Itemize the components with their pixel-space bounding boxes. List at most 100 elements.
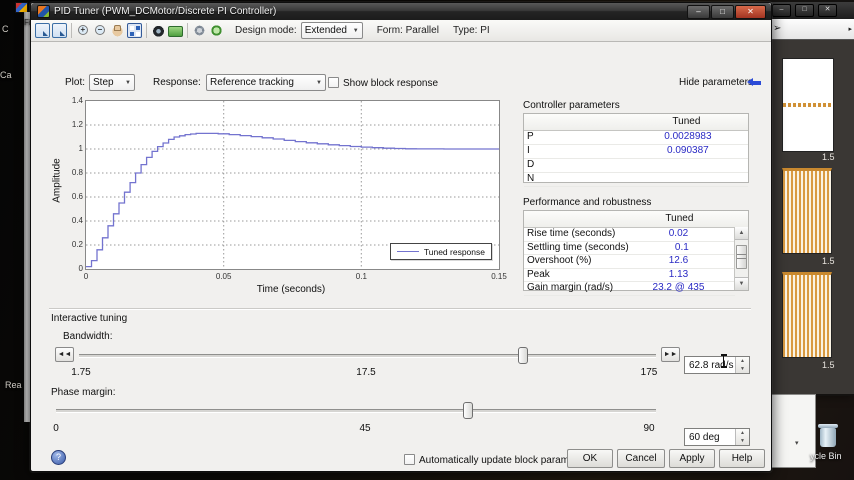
scroll-up-icon[interactable]: ▲	[735, 227, 748, 240]
zoom-in-icon[interactable]	[76, 23, 91, 38]
plot-type-dropdown[interactable]: Step ▼	[89, 74, 135, 91]
window-title: PID Tuner (PWM_DCMotor/Discrete PI Contr…	[54, 6, 277, 17]
scope-window[interactable]: – □ ✕ ➢ ▸ 1.5 1.5 1.5	[766, 0, 854, 396]
desktop-label-fragment: Ca	[0, 70, 12, 80]
table-row[interactable]: N	[524, 173, 748, 187]
y-tick-label: 1	[78, 144, 83, 153]
hide-parameters-link[interactable]: Hide parameters	[679, 77, 753, 88]
zoom-out-icon[interactable]	[93, 23, 108, 38]
response-value: Reference tracking	[210, 77, 294, 88]
table-row[interactable]: D	[524, 159, 748, 173]
table-header: Tuned	[524, 211, 748, 228]
titlebar[interactable]: PID Tuner (PWM_DCMotor/Discrete PI Contr…	[31, 3, 771, 20]
phase-margin-value-field[interactable]: 60 deg ▲ ▼	[684, 428, 750, 446]
scrollbar-thumb[interactable]	[736, 245, 747, 269]
phase-margin-slider-track[interactable]	[56, 409, 656, 413]
row-name: Gain margin (rad/s)	[527, 282, 614, 294]
cancel-button[interactable]: Cancel	[617, 449, 665, 468]
table-row[interactable]: I 0.090387	[524, 145, 748, 159]
spinner-down-icon[interactable]: ▼	[736, 365, 749, 373]
scope-plot-panel	[782, 58, 834, 152]
maximize-button[interactable]: □	[711, 5, 734, 19]
controller-parameters-table[interactable]: Tuned P 0.0028983 I 0.090387 D N	[523, 113, 749, 187]
close-button[interactable]: ✕	[735, 5, 766, 19]
help-button[interactable]: Help	[719, 449, 765, 468]
scope-signal-trace	[783, 103, 833, 107]
phase-margin-spinner[interactable]: ▲ ▼	[735, 429, 749, 445]
bandwidth-spinner[interactable]: ▲ ▼	[735, 357, 749, 373]
row-name: P	[527, 131, 534, 142]
row-name: Peak	[527, 268, 550, 280]
design-mode-dropdown[interactable]: Extended ▼	[300, 22, 363, 39]
green-display-icon[interactable]	[168, 26, 183, 37]
scope-maximize-button[interactable]: □	[795, 4, 814, 17]
plot-legend[interactable]: Tuned response	[389, 243, 492, 260]
legend-toggle-icon[interactable]	[127, 23, 142, 38]
row-value: 0.0028983	[664, 131, 712, 142]
row-value: 23.2 @ 435	[652, 282, 705, 294]
scope-axis-label: 1.5	[822, 152, 835, 162]
bandwidth-label: Bandwidth:	[63, 331, 113, 342]
ok-button[interactable]: OK	[567, 449, 613, 468]
performance-robustness-table[interactable]: Tuned Rise time (seconds) 0.02 Settling ti…	[523, 210, 749, 296]
bandwidth-value-field[interactable]: 62.8 rad/s ▲ ▼	[684, 356, 750, 374]
x-tick-label: 0.05	[215, 272, 232, 281]
table-row[interactable]: Gain margin (rad/s) 23.2 @ 435	[524, 282, 735, 296]
x-tick-label: 0.15	[491, 272, 507, 281]
hide-parameters-arrow-icon[interactable]	[747, 78, 761, 87]
auto-update-checkbox[interactable]	[404, 454, 415, 465]
export-plot-alt-icon[interactable]	[52, 23, 67, 38]
table-row[interactable]: Overshoot (%) 12.6	[524, 255, 735, 269]
bandwidth-decrease-button[interactable]: ◄◄	[55, 347, 74, 362]
ibeam-cursor	[719, 354, 728, 368]
bandwidth-increase-button[interactable]: ►►	[661, 347, 680, 362]
scope-minimize-button[interactable]: –	[772, 4, 791, 17]
table-row[interactable]: Rise time (seconds) 0.02	[524, 228, 735, 242]
spinner-up-icon[interactable]: ▲	[736, 357, 749, 365]
legend-line-sample	[396, 251, 419, 252]
bandwidth-slider-thumb[interactable]	[518, 347, 528, 364]
scope-titlebar[interactable]: – □ ✕	[768, 2, 854, 19]
desktop: C Ca Rea Fil – □ ✕ ➢ ▸ 1.5 1.5 1.5 ▾ ycl…	[0, 0, 854, 480]
response-dropdown[interactable]: Reference tracking ▼	[206, 74, 326, 91]
response-label: Response:	[153, 77, 201, 88]
scope-toolbar: ➢ ▸	[768, 19, 854, 40]
scope-close-button[interactable]: ✕	[818, 4, 837, 17]
spinner-down-icon[interactable]: ▼	[736, 437, 749, 445]
export-plot-icon[interactable]	[35, 23, 50, 38]
y-tick-label: 0.6	[71, 192, 83, 201]
recycle-bin-icon[interactable]	[815, 424, 841, 447]
legend-entry: Tuned response	[423, 246, 485, 257]
apply-button[interactable]: Apply	[669, 449, 715, 468]
row-name: N	[527, 173, 535, 184]
step-response-plot[interactable]: 0 0.2 0.4 0.6 0.8 1 1.2 1.4 0 0.05 0.1 0.15 Tuned …	[72, 96, 507, 281]
row-value: 0.1	[674, 241, 689, 253]
spinner-up-icon[interactable]: ▲	[736, 429, 749, 437]
table-row[interactable]: P 0.0028983	[524, 131, 748, 145]
controller-parameters-title: Controller parameters	[523, 100, 620, 111]
pan-icon[interactable]	[110, 23, 125, 38]
options-gear-icon[interactable]	[192, 23, 207, 38]
toolbar-separator	[71, 23, 72, 38]
x-tick-label: 0	[83, 272, 89, 281]
scope-menu-arrow-icon[interactable]: ▸	[848, 25, 852, 33]
bandwidth-mid-tick: 17.5	[356, 367, 376, 378]
dropdown-arrow-icon[interactable]: ▾	[795, 439, 799, 447]
scope-axis-label: 1.5	[822, 360, 835, 370]
help-circle-icon[interactable]: ?	[51, 450, 66, 465]
minimize-button[interactable]: –	[687, 5, 710, 19]
scroll-down-icon[interactable]: ▼	[735, 277, 748, 290]
desktop-label-fragment: Rea	[5, 380, 22, 390]
recycle-bin-label[interactable]: ycle Bin	[810, 451, 842, 461]
bandwidth-slider-track[interactable]	[79, 354, 656, 358]
refresh-design-icon[interactable]	[209, 23, 224, 38]
show-block-response-checkbox[interactable]	[328, 77, 339, 88]
table-scrollbar[interactable]: ▲ ▼	[734, 227, 748, 290]
phase-margin-slider-thumb[interactable]	[463, 402, 473, 419]
table-row[interactable]: Settling time (seconds) 0.1	[524, 242, 735, 256]
snapshot-icon[interactable]	[151, 23, 166, 38]
table-row[interactable]: Peak 1.13	[524, 269, 735, 283]
y-tick-label: 0.8	[71, 168, 83, 177]
scope-cursor-icon[interactable]: ➢	[773, 23, 781, 34]
plot-label: Plot:	[65, 77, 86, 88]
